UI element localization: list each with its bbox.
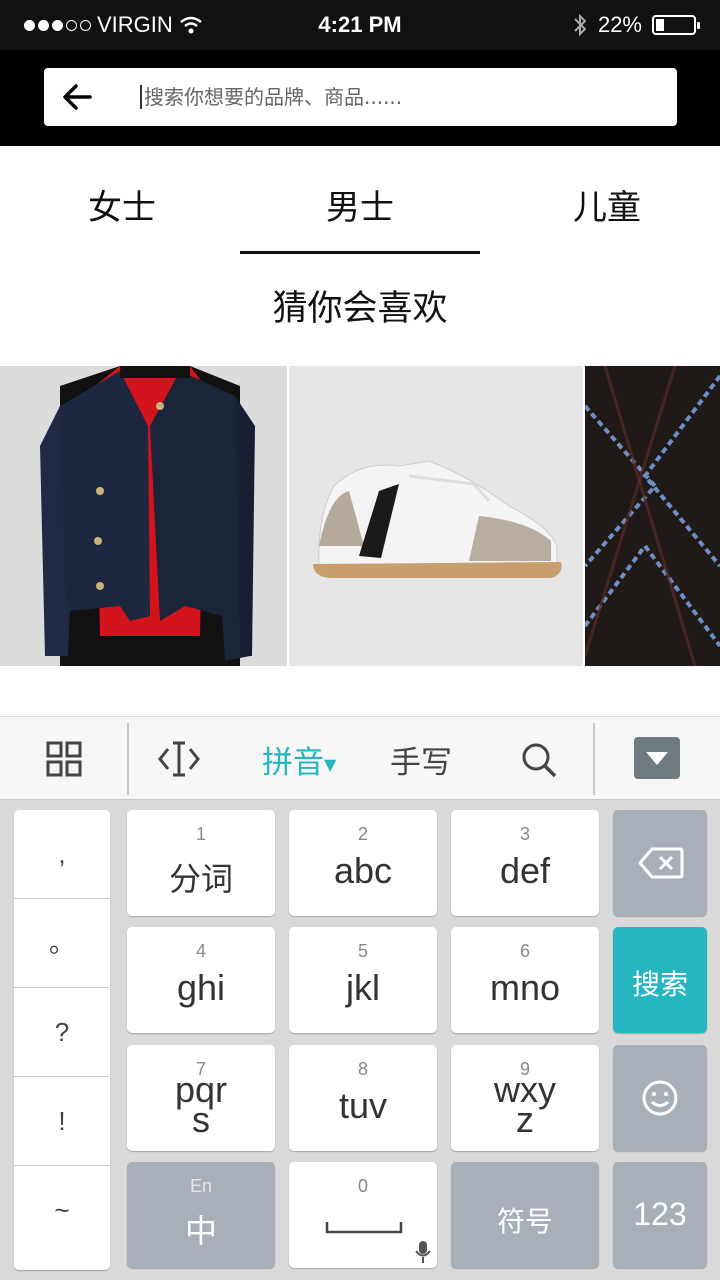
pinyin-label: 拼音: [262, 745, 324, 781]
active-tab-indicator: [240, 251, 480, 254]
key-label: pqr s: [127, 1072, 275, 1138]
pinyin-mode-button[interactable]: 拼音▼: [262, 737, 336, 782]
hide-keyboard-icon[interactable]: [634, 737, 680, 779]
key-label: 搜索: [631, 968, 688, 1001]
tab-women[interactable]: 女士: [88, 180, 156, 229]
back-button[interactable]: [58, 79, 98, 115]
key-label: 符号: [496, 1205, 553, 1238]
text-cursor: [140, 85, 142, 109]
key-number: 4: [195, 941, 206, 961]
key-2-abc[interactable]: 2 abc: [289, 810, 437, 916]
key-number: 1: [195, 824, 206, 844]
space-bar-icon: [325, 1222, 403, 1234]
tab-men[interactable]: 男士: [326, 180, 394, 229]
key-6-mno[interactable]: 6 mno: [451, 927, 599, 1033]
punctuation-column: , 。 ? ! ~: [14, 810, 110, 1270]
category-tabs: 女士 男士 儿童: [0, 146, 720, 256]
key-label: tuv: [338, 1085, 388, 1126]
search-box: [44, 68, 677, 126]
punct-question-key[interactable]: ?: [14, 988, 110, 1077]
punct-comma-key[interactable]: ,: [14, 810, 110, 899]
key-number: 6: [519, 941, 530, 961]
search-icon[interactable]: [520, 741, 558, 779]
product-fabric[interactable]: [585, 366, 720, 666]
punct-period-key[interactable]: 。: [14, 899, 110, 988]
sneaker-image: [289, 366, 583, 666]
grid-menu-icon[interactable]: [46, 741, 82, 777]
key-label: 中: [184, 1212, 217, 1250]
bluetooth-icon: [574, 13, 587, 37]
key-label: ghi: [176, 967, 226, 1008]
key-label: jkl: [346, 967, 380, 1008]
key-label: abc: [333, 850, 393, 891]
key-5-jkl[interactable]: 5 jkl: [289, 927, 437, 1033]
status-right: 22%: [572, 12, 700, 38]
key-label: mno: [489, 967, 561, 1008]
denim-jacket-image: [0, 366, 287, 666]
back-arrow-icon: [63, 84, 92, 110]
key-label: 123: [633, 1196, 687, 1232]
toolbar-divider: [593, 723, 595, 795]
dropdown-triangle-icon: ▼: [324, 755, 337, 774]
ime-keyboard: 拼音▼ 手写 , 。 ? ! ~ 1 分词 2 abc 3 def 4 ghi …: [0, 716, 720, 1280]
product-sneaker[interactable]: [289, 366, 583, 666]
key-9-wxyz[interactable]: 9 wxy z: [451, 1045, 599, 1151]
tab-kids[interactable]: 儿童: [573, 180, 641, 229]
handwrite-mode-button[interactable]: 手写: [390, 737, 452, 782]
section-title: 猜你会喜欢: [272, 289, 448, 329]
space-key[interactable]: 0: [289, 1162, 437, 1268]
key-number: 3: [519, 824, 530, 844]
key-3-def[interactable]: 3 def: [451, 810, 599, 916]
key-number: 2: [357, 824, 368, 844]
key-number: 0: [357, 1176, 368, 1196]
language-switch-key[interactable]: En 中: [127, 1162, 275, 1268]
key-number: 8: [357, 1059, 368, 1079]
key-sub-label: En: [189, 1176, 213, 1196]
battery-percent: 22%: [597, 12, 642, 37]
cursor-move-icon[interactable]: [158, 739, 200, 779]
toolbar-divider: [127, 723, 129, 795]
smiley-icon: [642, 1080, 678, 1116]
key-1-segment[interactable]: 1 分词: [127, 810, 275, 916]
search-enter-key[interactable]: 搜索: [613, 927, 707, 1033]
backspace-key[interactable]: [613, 810, 707, 916]
key-label: def: [499, 850, 551, 891]
emoji-key[interactable]: [613, 1045, 707, 1151]
key-label-line2: z: [516, 1099, 534, 1140]
backspace-icon: [638, 847, 684, 879]
key-number: 5: [357, 941, 368, 961]
status-bar: VIRGIN 4:21 PM 22%: [0, 0, 720, 50]
microphone-icon: [415, 1241, 431, 1263]
product-denim-jacket[interactable]: [0, 366, 287, 666]
search-header: [0, 50, 720, 146]
key-4-ghi[interactable]: 4 ghi: [127, 927, 275, 1033]
key-label: wxy z: [451, 1072, 599, 1138]
punct-exclaim-key[interactable]: !: [14, 1077, 110, 1166]
key-label-line2: s: [192, 1099, 210, 1140]
battery-icon: [652, 15, 700, 35]
symbols-key[interactable]: 符号: [451, 1162, 599, 1268]
keyboard-toolbar: 拼音▼ 手写: [0, 716, 720, 800]
key-label: 分词: [168, 860, 233, 898]
search-input[interactable]: [144, 76, 664, 118]
numbers-key[interactable]: 123: [613, 1162, 707, 1268]
key-8-tuv[interactable]: 8 tuv: [289, 1045, 437, 1151]
punct-tilde-key[interactable]: ~: [14, 1166, 110, 1255]
fabric-image: [585, 366, 720, 666]
recommended-products: [0, 366, 720, 666]
key-7-pqrs[interactable]: 7 pqr s: [127, 1045, 275, 1151]
